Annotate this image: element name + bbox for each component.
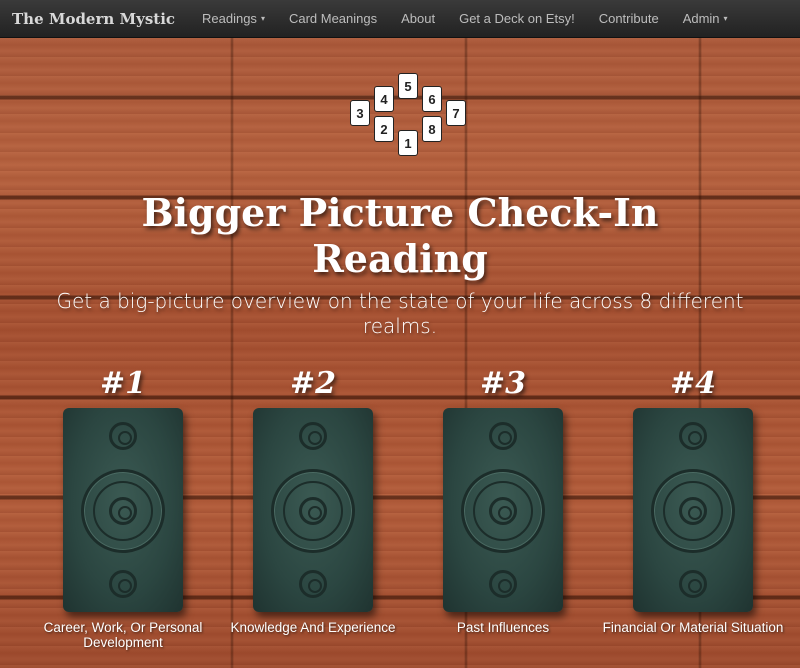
card-position-4: #4 Financial Or Material Situation	[598, 364, 788, 635]
knot-icon	[489, 570, 517, 598]
knot-icon	[109, 422, 137, 450]
caret-down-icon: ▾	[260, 14, 265, 23]
nav-item-etsy[interactable]: Get a Deck on Etsy!	[447, 11, 587, 26]
card-position-2: #2 Knowledge And Experience	[218, 364, 408, 635]
card-label: Career, Work, Or Personal Development	[43, 620, 203, 650]
spread-card: 7	[446, 100, 466, 126]
caret-down-icon: ▾	[723, 14, 728, 23]
spread-card: 8	[422, 116, 442, 142]
spread-card: 4	[374, 86, 394, 112]
nav-item-label: Get a Deck on Etsy!	[459, 11, 575, 26]
knot-icon	[489, 422, 517, 450]
brand-logo[interactable]: The Modern Mystic	[0, 10, 190, 28]
card-number: #2	[289, 366, 336, 401]
knot-icon	[679, 422, 707, 450]
page-subtitle: Get a big-picture overview on the state …	[56, 289, 744, 338]
card-number: #3	[479, 366, 526, 401]
nav-item-label: Readings	[202, 11, 257, 26]
spread-card: 2	[374, 116, 394, 142]
card-back[interactable]	[253, 408, 373, 612]
spread-card: 6	[422, 86, 442, 112]
knot-icon	[489, 497, 517, 525]
page-title: Bigger Picture Check-In Reading	[141, 190, 659, 281]
nav-item-label: About	[401, 11, 436, 26]
nav-item-readings[interactable]: Readings ▾	[190, 11, 277, 26]
knot-icon	[679, 570, 707, 598]
card-back[interactable]	[633, 408, 753, 612]
card-number: #1	[99, 366, 146, 401]
card-number: #4	[669, 366, 716, 401]
nav-item-card-meanings[interactable]: Card Meanings	[277, 11, 389, 26]
nav-item-label: Card Meanings	[288, 11, 378, 26]
nav-item-about[interactable]: About	[389, 11, 447, 26]
card-label: Past Influences	[456, 620, 550, 635]
knot-icon	[299, 422, 327, 450]
knot-icon	[679, 497, 707, 525]
knot-icon	[299, 497, 327, 525]
card-label: Financial Or Material Situation	[602, 620, 784, 635]
nav-menu: Readings ▾ Card Meanings About Get a Dec…	[190, 11, 740, 26]
spread-card: 5	[398, 73, 418, 99]
spread-card: 1	[398, 130, 418, 156]
spread-layout-icon: 3 4 5 6 7 2 1 8	[348, 70, 468, 160]
nav-item-label: Admin	[682, 11, 720, 26]
card-position-3: #3 Past Influences	[408, 364, 598, 635]
knot-icon	[109, 497, 137, 525]
knot-icon	[299, 570, 327, 598]
card-position-1: #1 Career, Work, Or Personal Development	[28, 364, 218, 650]
card-label: Knowledge And Experience	[230, 620, 396, 635]
card-back[interactable]	[443, 408, 563, 612]
nav-item-label: Contribute	[598, 11, 659, 26]
top-navbar: The Modern Mystic Readings ▾ Card Meanin…	[0, 0, 800, 38]
nav-item-contribute[interactable]: Contribute	[587, 11, 671, 26]
spread-card: 3	[350, 100, 370, 126]
nav-item-admin[interactable]: Admin ▾	[671, 11, 740, 26]
knot-icon	[109, 570, 137, 598]
card-back[interactable]	[63, 408, 183, 612]
